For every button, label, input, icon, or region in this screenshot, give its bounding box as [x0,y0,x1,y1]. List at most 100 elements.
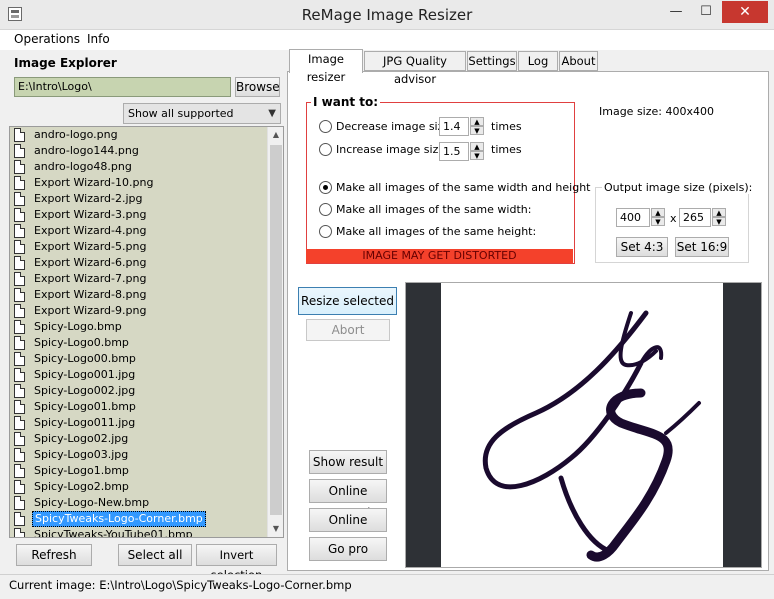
file-list-item[interactable]: Export Wizard-7.png [12,271,266,287]
tab-log[interactable]: Log [518,51,558,71]
file-list-item[interactable]: Spicy-Logo1.bmp [12,463,266,479]
file-list-item[interactable]: andro-logo48.png [12,159,266,175]
file-icon [14,224,25,238]
set-16-9-button[interactable]: Set 16:9 [675,237,729,257]
file-icon [14,528,25,537]
show-result-button[interactable]: Show result [309,450,387,474]
file-name: Spicy-Logo03.jpg [34,448,129,461]
same-width-height-label: Make all images of the same width and he… [336,181,591,194]
file-name: Spicy-Logo01.bmp [34,400,136,413]
scroll-up-icon[interactable]: ▲ [268,127,284,143]
tab-about[interactable]: About [559,51,598,71]
file-icon [14,288,25,302]
file-list-scrollbar[interactable]: ▲ ▼ [267,127,283,537]
decrease-spinner[interactable]: ▲ ▼ [470,117,484,136]
same-width-label: Make all images of the same width: [336,203,532,216]
file-list-item[interactable]: Spicy-Logo01.bmp [12,399,266,415]
file-list-item[interactable]: Export Wizard-3.png [12,207,266,223]
file-list-item[interactable]: Export Wizard-2.jpg [12,191,266,207]
file-list-item[interactable]: Spicy-Logo011.jpg [12,415,266,431]
minimize-button[interactable]: — [662,1,690,23]
same-width-radio[interactable] [319,203,332,216]
invert-selection-button[interactable]: Invert selection [196,544,277,582]
file-name: Export Wizard-6.png [34,256,147,269]
select-all-button[interactable]: Select all [118,544,192,566]
refresh-button[interactable]: Refresh [16,544,92,566]
tab-jpg-quality[interactable]: JPG Quality advisor [364,51,466,86]
file-list-item[interactable]: Spicy-Logo-New.bmp [12,495,266,511]
file-list-item[interactable]: andro-logo144.png [12,143,266,159]
file-icon [14,128,25,142]
file-list-item[interactable]: Export Wizard-5.png [12,239,266,255]
scroll-thumb[interactable] [270,145,282,515]
file-name: Export Wizard-7.png [34,272,147,285]
width-input[interactable]: 400 [616,208,650,227]
file-name: Export Wizard-2.jpg [34,192,143,205]
file-icon [14,352,25,366]
height-spinner[interactable]: ▲ ▼ [712,208,726,227]
file-icon [14,336,25,350]
abort-button[interactable]: Abort [306,319,390,341]
file-list-item[interactable]: Export Wizard-8.png [12,287,266,303]
file-icon [14,480,25,494]
file-list-item[interactable]: Spicy-Logo03.jpg [12,447,266,463]
file-list-item[interactable]: Spicy-Logo002.jpg [12,383,266,399]
file-list-item[interactable]: Spicy-Logo001.jpg [12,367,266,383]
file-list-item[interactable]: SpicyTweaks-Logo-Corner.bmp [12,511,266,527]
increase-radio[interactable] [319,143,332,156]
file-name: Spicy-Logo1.bmp [34,464,129,477]
width-spinner[interactable]: ▲ ▼ [651,208,665,227]
same-height-label: Make all images of the same height: [336,225,537,238]
file-name: Export Wizard-10.png [34,176,154,189]
decrease-radio[interactable] [319,120,332,133]
online-manual-button[interactable]: Online manual [309,479,387,520]
file-list-item[interactable]: Export Wizard-6.png [12,255,266,271]
increase-times-label: times [491,143,522,156]
file-list-item[interactable]: Spicy-Logo0.bmp [12,335,266,351]
close-button[interactable]: ✕ [722,1,768,23]
file-list-item[interactable]: andro-logo.png [12,127,266,143]
online-support-button[interactable]: Online support [309,508,387,549]
go-pro-button[interactable]: Go pro [309,537,387,561]
maximize-button[interactable]: ☐ [692,1,720,23]
increase-value-input[interactable]: 1.5 [439,142,469,161]
file-name: Spicy-Logo011.jpg [34,416,136,429]
file-icon [14,400,25,414]
file-list-item[interactable]: Export Wizard-9.png [12,303,266,319]
tab-image-resizer[interactable]: Image resizer [289,49,363,84]
decrease-value-input[interactable]: 1.4 [439,117,469,136]
file-icon [14,160,25,174]
increase-spinner[interactable]: ▲ ▼ [470,142,484,161]
file-list-item[interactable]: Spicy-Logo00.bmp [12,351,266,367]
file-icon [14,368,25,382]
file-icon [14,384,25,398]
file-name: Export Wizard-8.png [34,288,147,301]
file-list-item[interactable]: Spicy-Logo2.bmp [12,479,266,495]
file-icon [14,448,25,462]
file-icon [14,192,25,206]
file-list-item[interactable]: Spicy-Logo02.jpg [12,431,266,447]
options-group-title: I want to: [311,95,381,109]
file-name: andro-logo48.png [34,160,132,173]
file-icon [14,416,25,430]
file-list-item[interactable]: SpicyTweaks-YouTube01.bmp [12,527,266,537]
preview-logo-image [482,310,701,562]
file-name: Export Wizard-9.png [34,304,147,317]
file-icon [14,240,25,254]
same-width-height-radio[interactable] [319,181,332,194]
scroll-down-icon[interactable]: ▼ [268,521,284,537]
file-icon [14,512,25,526]
same-height-radio[interactable] [319,225,332,238]
resize-selected-button[interactable]: Resize selected [298,287,397,315]
file-name: Spicy-Logo001.jpg [34,368,136,381]
file-list-item[interactable]: Export Wizard-4.png [12,223,266,239]
tab-settings[interactable]: Settings [467,51,517,71]
height-input[interactable]: 265 [679,208,711,227]
file-name: andro-logo.png [34,128,118,141]
file-icon [14,320,25,334]
file-list-item[interactable]: Export Wizard-10.png [12,175,266,191]
file-icon [14,496,25,510]
file-list-item[interactable]: Spicy-Logo.bmp [12,319,266,335]
output-size-title: Output image size (pixels): [602,181,755,194]
set-4-3-button[interactable]: Set 4:3 [616,237,668,257]
